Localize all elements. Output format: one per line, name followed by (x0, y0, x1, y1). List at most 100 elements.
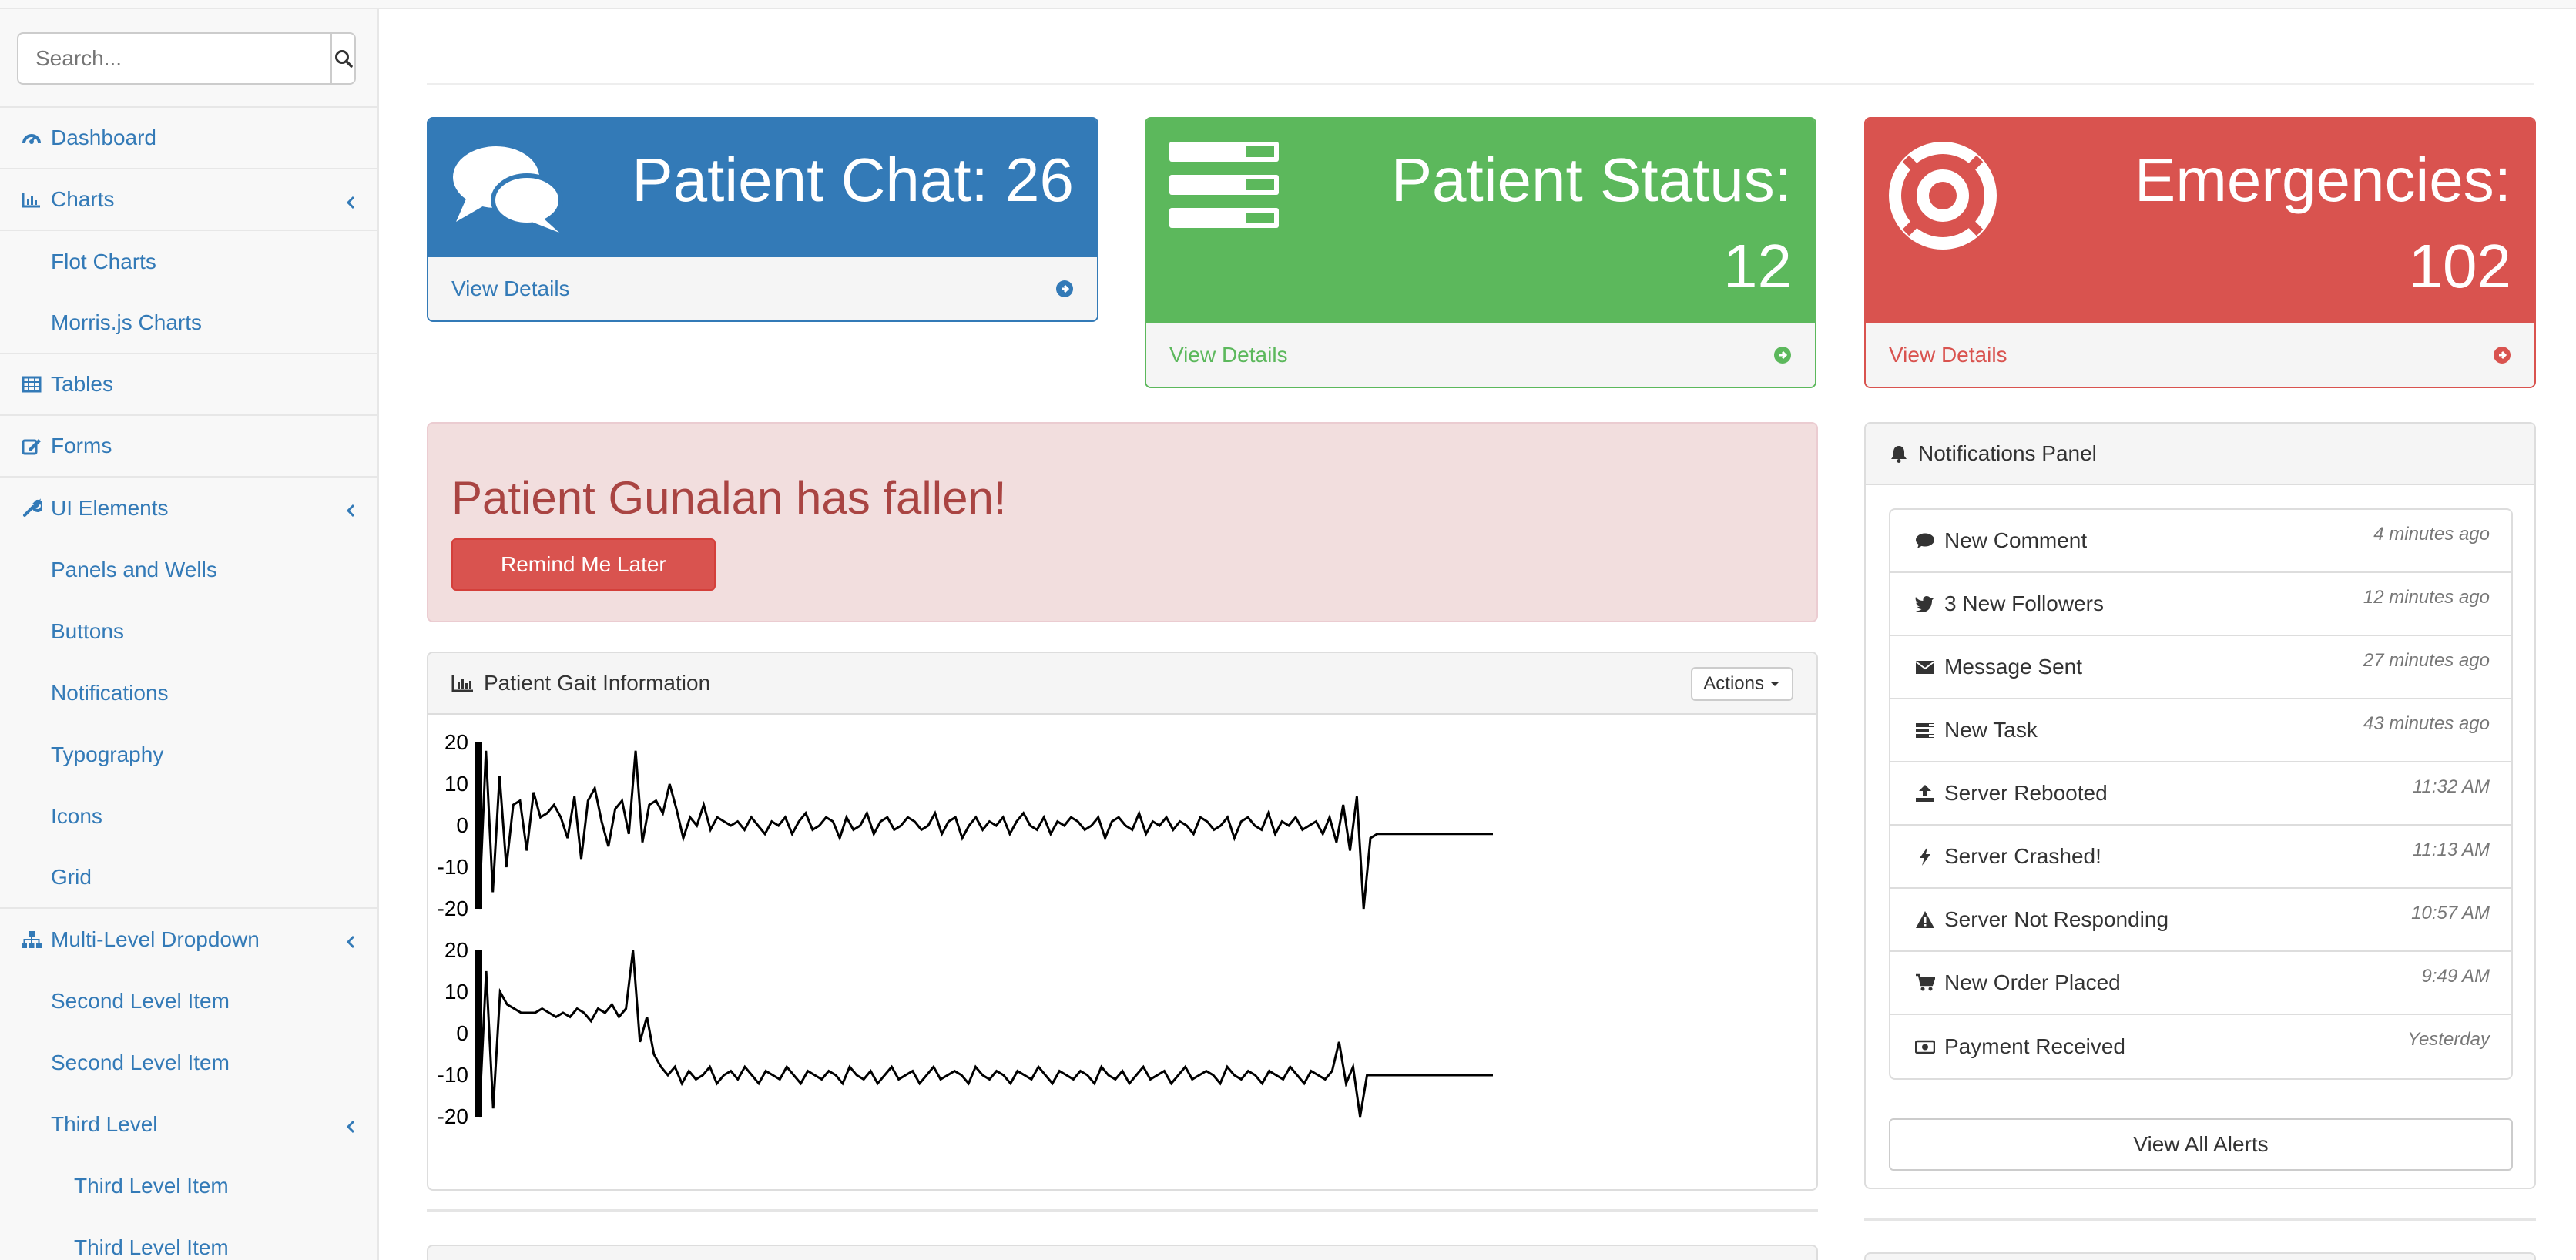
emergencies-view-details[interactable]: View Details (1866, 323, 2534, 387)
list-item[interactable]: Server Crashed! 11:13 AM (1890, 826, 2511, 889)
dashboard-icon (20, 126, 43, 149)
sidebar-item-label: Third Level Item (74, 1235, 229, 1259)
edit-icon (20, 434, 43, 457)
life-ring-icon (1889, 142, 1997, 253)
alert-title: Patient Gunalan has fallen! (451, 472, 1007, 524)
sidebar-item-second-level-1[interactable]: Second Level Item (0, 970, 377, 1032)
sidebar-item-label: Morris.js Charts (51, 310, 203, 334)
notification-time: 11:32 AM (2412, 776, 2490, 797)
chevron-left-icon (345, 1115, 356, 1140)
list-item[interactable]: New Task 43 minutes ago (1890, 699, 2511, 762)
notification-label: Message Sent (1944, 655, 2082, 679)
notification-label: Payment Received (1944, 1034, 2126, 1058)
list-item[interactable]: 3 New Followers 12 minutes ago (1890, 573, 2511, 636)
arrow-circle-right-icon (1774, 347, 1791, 364)
emergencies-panel: Emergencies: 102 View Details (1864, 117, 2536, 388)
money-icon (1915, 1039, 1938, 1054)
sidebar-item-label: Charts (51, 187, 115, 211)
sidebar-item-tables[interactable]: Tables (0, 354, 377, 416)
sidebar-item-morris-charts[interactable]: Morris.js Charts (0, 293, 377, 354)
notification-time: 9:49 AM (2421, 966, 2490, 987)
sidebar-item-grid[interactable]: Grid (0, 847, 377, 909)
sidebar-item-label: Third Level (51, 1112, 158, 1136)
notifications-panel-title: Notifications Panel (1918, 441, 2097, 465)
shopping-cart-icon (1915, 973, 1938, 992)
sidebar-item-third-level-item-1[interactable]: Third Level Item (0, 1155, 377, 1217)
list-item[interactable]: New Order Placed 9:49 AM (1890, 952, 2511, 1015)
sidebar-item-label: Notifications (51, 681, 169, 705)
sidebar-item-panels-wells[interactable]: Panels and Wells (0, 539, 377, 601)
y-tick-label: -10 (438, 1063, 468, 1087)
y-tick-label: 0 (456, 813, 468, 837)
tasks-icon (1169, 142, 1279, 232)
remind-me-later-button[interactable]: Remind Me Later (451, 538, 716, 591)
sidebar-item-label: Dashboard (51, 126, 156, 149)
y-tick-label: 10 (444, 980, 468, 1004)
sidebar-item-flot-charts[interactable]: Flot Charts (0, 231, 377, 293)
sidebar-item-icons[interactable]: Icons (0, 786, 377, 847)
sidebar-search (17, 32, 356, 85)
bolt-icon (1915, 846, 1938, 866)
bar-chart-icon (20, 188, 43, 211)
sidebar-item-multi-level[interactable]: Multi-Level Dropdown (0, 909, 377, 970)
y-tick-label: -20 (438, 896, 468, 920)
sidebar-item-notifications[interactable]: Notifications (0, 662, 377, 724)
notification-time: Yesterday (2407, 1029, 2490, 1050)
patient-status-count: 12 (1723, 232, 1792, 300)
notification-label: 3 New Followers (1944, 591, 2104, 615)
view-all-alerts-button[interactable]: View All Alerts (1889, 1118, 2513, 1171)
sidebar-item-second-level-2[interactable]: Second Level Item (0, 1032, 377, 1094)
sidebar-item-label: Flot Charts (51, 250, 156, 273)
sidebar-item-forms[interactable]: Forms (0, 416, 377, 478)
notification-label: New Task (1944, 718, 2038, 742)
sidebar-item-dashboard[interactable]: Dashboard (0, 108, 377, 169)
sidebar-item-typography[interactable]: Typography (0, 724, 377, 786)
sitemap-icon (20, 928, 43, 951)
search-icon (334, 50, 353, 68)
sidebar-item-label: Panels and Wells (51, 558, 217, 581)
patient-chat-view-details[interactable]: View Details (428, 257, 1097, 320)
patient-status-view-details[interactable]: View Details (1146, 323, 1815, 387)
sidebar-item-charts[interactable]: Charts (0, 169, 377, 231)
sidebar-item-label: UI Elements (51, 496, 169, 520)
notification-time: 4 minutes ago (2373, 524, 2490, 545)
view-details-link: View Details (1889, 343, 2007, 367)
fall-alert: Patient Gunalan has fallen! Remind Me La… (427, 422, 1818, 622)
sidebar-item-third-level[interactable]: Third Level (0, 1094, 377, 1155)
gait-series-line (478, 950, 1493, 1118)
actions-label: Actions (1703, 673, 1764, 694)
notification-label: New Order Placed (1944, 970, 2121, 994)
chevron-left-icon (345, 191, 356, 216)
notification-time: 12 minutes ago (2363, 587, 2490, 608)
search-input[interactable] (18, 34, 332, 83)
search-button[interactable] (332, 34, 354, 83)
notification-time: 43 minutes ago (2363, 713, 2490, 734)
list-item[interactable]: Server Not Responding 10:57 AM (1890, 889, 2511, 952)
actions-dropdown[interactable]: Actions (1691, 667, 1793, 701)
notifications-panel: Notifications Panel New Comment 4 minute… (1864, 422, 2536, 1189)
sidebar-nav: Dashboard Charts Flot Charts Morris.js C… (0, 108, 377, 1260)
notification-time: 11:13 AM (2412, 839, 2490, 860)
list-item[interactable]: Server Rebooted 11:32 AM (1890, 762, 2511, 826)
caret-down-icon (1770, 682, 1779, 686)
y-tick-label: 20 (444, 938, 468, 962)
sidebar-item-label: Buttons (51, 619, 124, 643)
sidebar-item-ui-elements[interactable]: UI Elements (0, 478, 377, 539)
warning-icon (1915, 910, 1938, 929)
comment-icon (1915, 532, 1938, 549)
sidebar-item-label: Second Level Item (51, 1051, 230, 1074)
notification-time: 10:57 AM (2411, 903, 2490, 923)
gait-series-line (478, 750, 1493, 910)
upload-icon (1915, 784, 1938, 803)
sidebar-item-third-level-item-2[interactable]: Third Level Item (0, 1217, 377, 1260)
table-icon (20, 373, 43, 396)
patient-status-panel: Patient Status: 12 View Details (1145, 117, 1816, 388)
arrow-circle-right-icon (2494, 347, 2511, 364)
list-item[interactable]: Payment Received Yesterday (1890, 1015, 2511, 1078)
list-item[interactable]: Message Sent 27 minutes ago (1890, 636, 2511, 699)
sidebar-item-buttons[interactable]: Buttons (0, 601, 377, 662)
list-item[interactable]: New Comment 4 minutes ago (1890, 510, 2511, 573)
view-details-link: View Details (451, 276, 570, 300)
notification-label: New Comment (1944, 528, 2088, 552)
gait-panel-title: Patient Gait Information (484, 671, 711, 695)
